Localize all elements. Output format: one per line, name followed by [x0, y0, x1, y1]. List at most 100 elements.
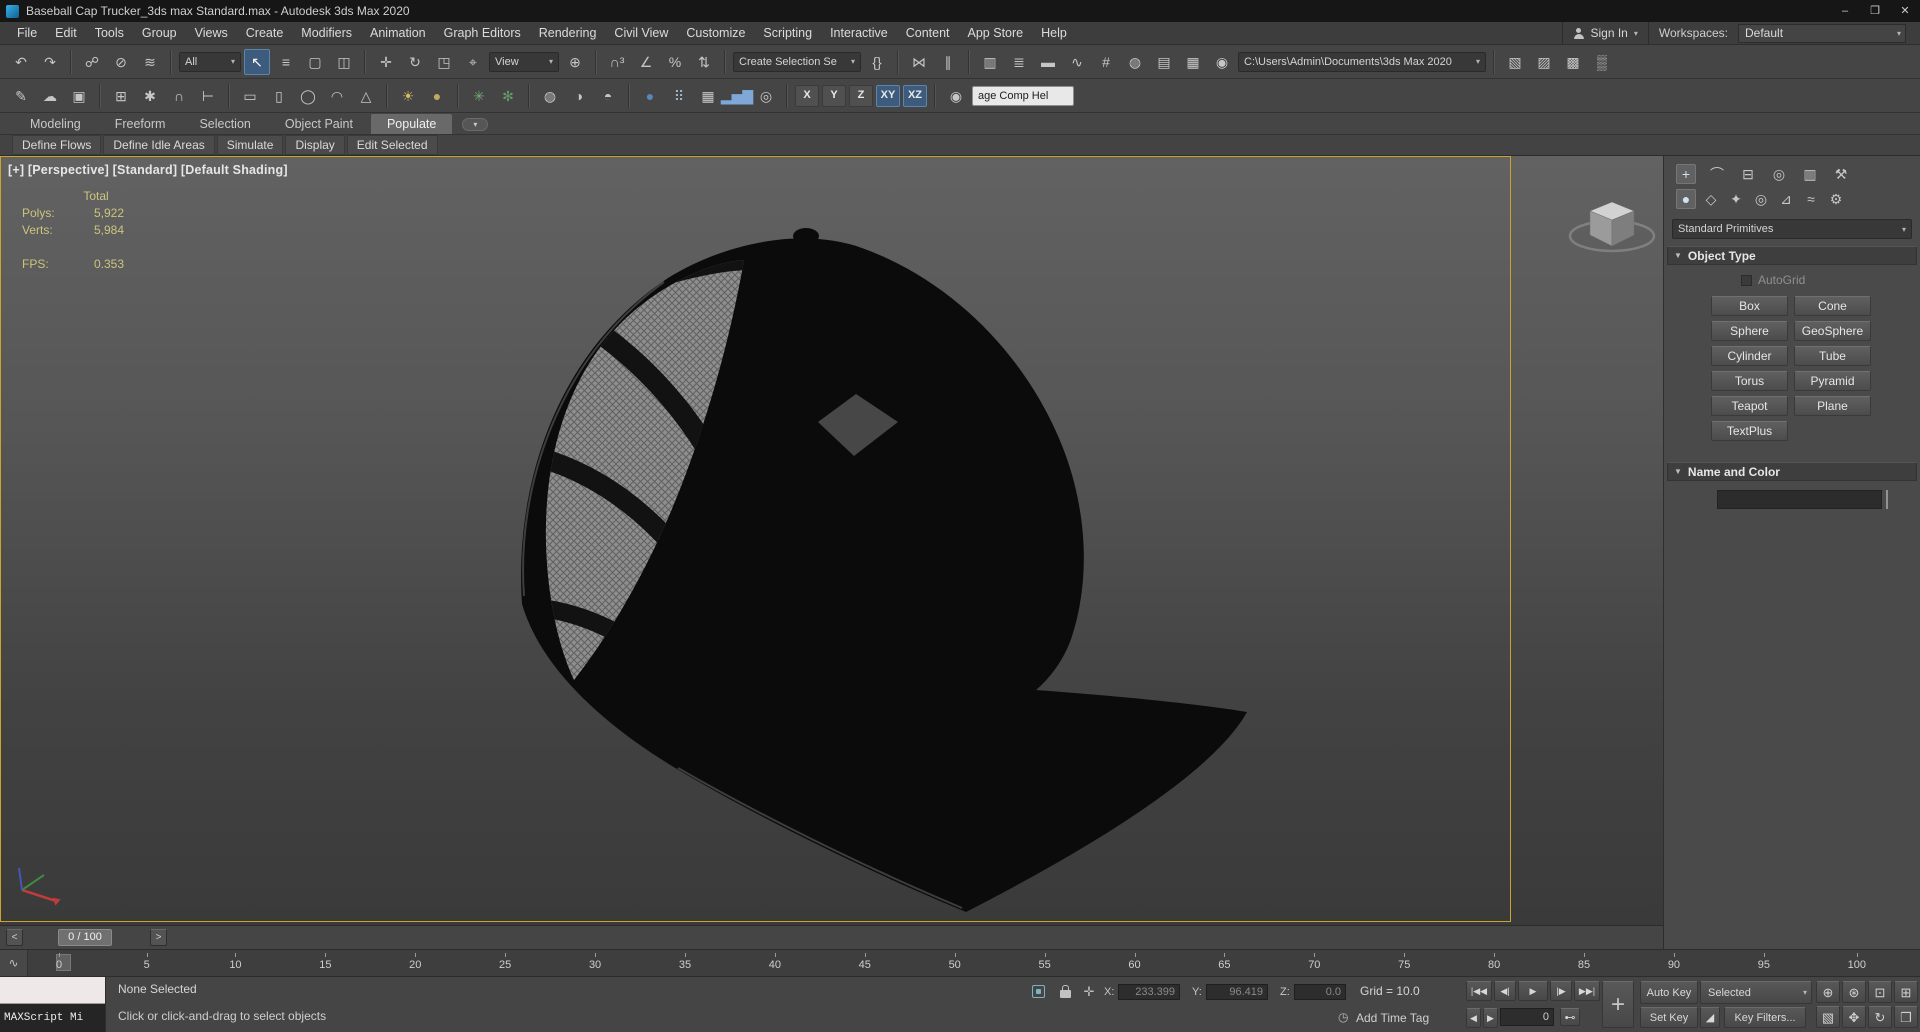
object-type-button[interactable]: Box — [1711, 296, 1788, 316]
menu-item[interactable]: Rendering — [530, 22, 606, 44]
x-coordinate-field[interactable] — [1118, 984, 1180, 1000]
toggle-scene-explorer-icon[interactable]: ▥ — [977, 49, 1003, 75]
zoom-region-icon[interactable]: ▧ — [1816, 1006, 1840, 1028]
object-type-button[interactable]: Cylinder — [1711, 346, 1788, 366]
cylinder-icon[interactable]: ▯ — [266, 83, 292, 109]
time-slider-track[interactable]: < 0 / 100 > — [0, 925, 1663, 949]
populate-button[interactable]: Display — [285, 135, 345, 155]
zoom-icon[interactable]: ⊕ — [1816, 981, 1840, 1003]
select-and-place-icon[interactable]: ⌖ — [460, 49, 486, 75]
render-production-icon[interactable]: ◉ — [1209, 49, 1235, 75]
set-key-button[interactable]: Set Key — [1640, 1007, 1698, 1028]
circle-icon[interactable]: ◯ — [295, 83, 321, 109]
object-type-button[interactable]: Cone — [1794, 296, 1871, 316]
utilities-tab-icon[interactable]: ⚒ — [1831, 164, 1851, 184]
menu-item[interactable]: Tools — [86, 22, 133, 44]
image-comp-field[interactable]: age Comp Hel — [972, 85, 1074, 106]
object-type-button[interactable]: GeoSphere — [1794, 321, 1871, 341]
viewport-layout-icon[interactable]: ▩ — [1560, 49, 1586, 75]
populate-button[interactable]: Edit Selected — [346, 135, 438, 155]
viewport-label[interactable]: [+] [Perspective] [Standard] [Default Sh… — [8, 163, 288, 177]
autogrid-checkbox[interactable] — [1741, 274, 1752, 286]
menu-item[interactable]: Group — [133, 22, 186, 44]
project-folder-dropdown[interactable]: C:\Users\Admin\Documents\3ds Max 2020 ▾ — [1238, 51, 1486, 72]
info-circle-icon[interactable]: ◎ — [753, 83, 779, 109]
grass-icon[interactable]: ✻ — [495, 83, 521, 109]
menu-item[interactable]: Scripting — [754, 22, 821, 44]
menu-item[interactable]: Graph Editors — [435, 22, 530, 44]
ribbon-tab[interactable]: Freeform — [99, 114, 182, 134]
orbit-icon[interactable]: ↻ — [1868, 1006, 1892, 1028]
systems-category-icon[interactable]: ⚙ — [1826, 189, 1846, 209]
go-to-start-button[interactable]: |◀◀ — [1466, 981, 1492, 1001]
previous-frame-arrow[interactable]: < — [6, 929, 23, 946]
ribbon-config-button[interactable]: ▾ — [462, 118, 489, 131]
ribbon-tab[interactable]: Populate — [370, 114, 453, 134]
isolate-selection-toggle-icon[interactable] — [1032, 985, 1045, 998]
previous-frame-button[interactable]: ◀| — [1494, 981, 1516, 1001]
menu-item[interactable]: Create — [237, 22, 293, 44]
restrict-xz-plane-button[interactable]: XZ — [903, 84, 927, 107]
maxscript-mini-listener[interactable]: MAXScript Mi — [0, 977, 106, 1032]
menu-item[interactable]: File — [8, 22, 46, 44]
snaps-toggle-icon[interactable]: ∩³ — [604, 49, 630, 75]
half-sphere-icon[interactable]: ◑ — [566, 83, 592, 109]
previous-key-button[interactable]: ◀ — [1466, 1008, 1481, 1028]
maximize-button[interactable]: ❒ — [1860, 0, 1890, 22]
select-and-uniform-scale-icon[interactable]: ◳ — [431, 49, 457, 75]
settings-icon[interactable]: ✱ — [137, 83, 163, 109]
time-slider-handle[interactable]: 0 / 100 — [58, 929, 112, 946]
go-to-end-button[interactable]: ▶▶| — [1574, 981, 1600, 1001]
menu-item[interactable]: Help — [1032, 22, 1076, 44]
restrict-xy-plane-button[interactable]: XY — [876, 84, 900, 107]
undo-icon[interactable]: ↶ — [8, 49, 34, 75]
redo-icon[interactable]: ↷ — [37, 49, 63, 75]
layer-panel-icon[interactable]: ▨ — [1531, 49, 1557, 75]
populate-button[interactable]: Define Flows — [12, 135, 102, 155]
sign-in-button[interactable]: Sign In ▾ — [1562, 22, 1649, 44]
geometry-category-icon[interactable]: ● — [1676, 189, 1696, 209]
sphere-icon[interactable]: ● — [424, 83, 450, 109]
open-mini-curve-editor-button[interactable]: ∿ — [0, 950, 28, 976]
macro-recorder-strip[interactable] — [0, 977, 105, 1004]
view-cube[interactable] — [1566, 190, 1658, 264]
object-color-swatch[interactable] — [1886, 490, 1888, 509]
minimize-button[interactable]: – — [1830, 0, 1860, 22]
checker-sphere-icon[interactable]: ◓ — [595, 83, 621, 109]
object-type-button[interactable]: Sphere — [1711, 321, 1788, 341]
use-pivot-point-center-icon[interactable]: ⊕ — [562, 49, 588, 75]
magnet-icon[interactable]: ∩ — [166, 83, 192, 109]
rectangular-selection-region-icon[interactable]: ▢ — [302, 49, 328, 75]
y-coordinate-field[interactable] — [1206, 984, 1268, 1000]
select-by-name-icon[interactable]: ≡ — [273, 49, 299, 75]
restrict-y-button[interactable]: Y — [822, 84, 846, 107]
menu-item[interactable]: Customize — [677, 22, 754, 44]
populate-button[interactable]: Simulate — [216, 135, 284, 155]
z-coordinate-field[interactable] — [1294, 984, 1346, 1000]
rgb-dots-icon[interactable]: ⠿ — [666, 83, 692, 109]
maximize-viewport-toggle-icon[interactable]: ❒ — [1894, 1006, 1918, 1028]
sun-icon[interactable]: ☀ — [395, 83, 421, 109]
menu-item[interactable]: Animation — [361, 22, 435, 44]
close-button[interactable]: ✕ — [1890, 0, 1920, 22]
align-icon[interactable]: ∥ — [935, 49, 961, 75]
transform-type-in-toggle-icon[interactable]: ✛ — [1080, 983, 1098, 1001]
hierarchy-tab-icon[interactable]: ⊟ — [1738, 164, 1758, 184]
next-frame-arrow[interactable]: > — [150, 929, 167, 946]
object-type-button[interactable]: Teapot — [1711, 396, 1788, 416]
pencil-icon[interactable]: ✎ — [8, 83, 34, 109]
default-tangent-icon[interactable]: ◢ — [1700, 1007, 1720, 1028]
restrict-x-button[interactable]: X — [795, 84, 819, 107]
next-frame-button[interactable]: |▶ — [1550, 981, 1572, 1001]
modify-tab-icon[interactable]: ⌒ — [1707, 164, 1727, 184]
dark-sphere-icon[interactable]: ◉ — [943, 83, 969, 109]
dome-icon[interactable]: ◠ — [324, 83, 350, 109]
selection-lock-toggle-icon[interactable] — [1060, 985, 1071, 998]
cloud-icon[interactable]: ☁ — [37, 83, 63, 109]
object-type-button[interactable]: Pyramid — [1794, 371, 1871, 391]
menu-item[interactable]: Content — [897, 22, 959, 44]
menu-item[interactable]: App Store — [959, 22, 1033, 44]
set-keys-button[interactable]: + — [1602, 981, 1634, 1028]
curve-editor-icon[interactable]: ∿ — [1064, 49, 1090, 75]
chart-icon[interactable]: ▂▅▇ — [721, 83, 753, 109]
